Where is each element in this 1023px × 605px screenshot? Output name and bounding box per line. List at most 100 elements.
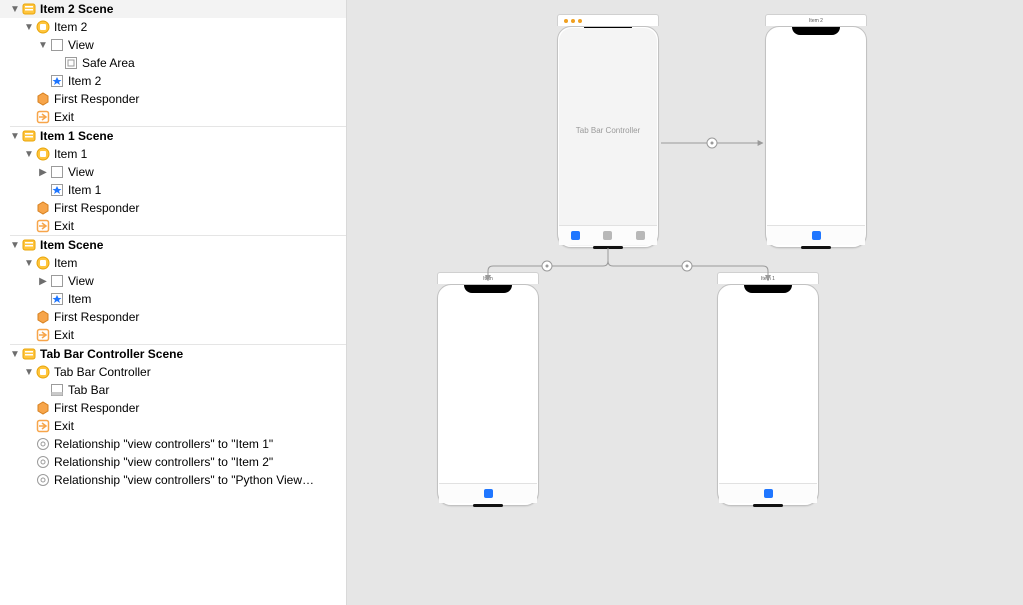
storyboard-canvas[interactable]: Tab Bar Controller Item 2	[347, 0, 1023, 605]
outline-scene-header[interactable]: ▼ Item 2 Scene	[0, 0, 346, 18]
app-root: ▼Item 2 Scene▼Item 2▼ViewSafe AreaItem 2…	[0, 0, 1023, 605]
outline-row[interactable]: Exit	[0, 326, 346, 344]
view-controller-icon	[36, 147, 50, 161]
outline-label: Relationship "view controllers" to "Item…	[54, 455, 273, 469]
chevron-right-icon[interactable]: ▶	[38, 167, 48, 178]
outline-row[interactable]: Relationship "view controllers" to "Pyth…	[0, 471, 346, 489]
chevron-down-icon[interactable]: ▼	[10, 131, 20, 142]
tab-bar	[719, 483, 817, 503]
outline-row[interactable]: First Responder	[0, 399, 346, 417]
outline-label: First Responder	[54, 310, 139, 324]
scene-item-1[interactable]: Item 1	[717, 272, 819, 506]
outline-label: Tab Bar Controller Scene	[40, 347, 183, 361]
outline-label: Tab Bar	[68, 383, 109, 397]
outline-label: First Responder	[54, 92, 139, 106]
chevron-down-icon[interactable]: ▼	[10, 4, 20, 15]
chevron-down-icon[interactable]: ▼	[10, 240, 20, 251]
outline-row[interactable]: First Responder	[0, 199, 346, 217]
scene-item-2[interactable]: Item 2	[765, 14, 867, 248]
outline-row[interactable]: Relationship "view controllers" to "Item…	[0, 453, 346, 471]
outline-label: Exit	[54, 110, 74, 124]
scene-title-bar: Item 2	[765, 14, 867, 26]
outline-row[interactable]: First Responder	[0, 308, 346, 326]
storyboard-scene-icon	[22, 238, 36, 252]
scene-title-bar	[557, 14, 659, 26]
document-outline[interactable]: ▼Item 2 Scene▼Item 2▼ViewSafe AreaItem 2…	[0, 0, 347, 605]
outline-row[interactable]: ▼Item 2	[0, 18, 346, 36]
chevron-down-icon[interactable]: ▼	[24, 367, 34, 378]
tab-bar-item-icon	[50, 74, 64, 88]
outline-label: Relationship "view controllers" to "Pyth…	[54, 473, 314, 487]
outline-row[interactable]: Tab Bar	[0, 381, 346, 399]
tab-item-icon	[571, 231, 580, 240]
home-indicator	[801, 246, 831, 249]
outline-row[interactable]: First Responder	[0, 90, 346, 108]
view-controller-icon	[36, 20, 50, 34]
outline-row[interactable]: Item 1	[0, 181, 346, 199]
scene-tab-bar-controller[interactable]: Tab Bar Controller	[557, 14, 659, 248]
outline-row[interactable]: ▶ View	[0, 163, 346, 181]
storyboard-scene-icon	[22, 2, 36, 16]
storyboard-scene-icon	[22, 347, 36, 361]
first-responder-icon	[36, 310, 50, 324]
chevron-down-icon[interactable]: ▼	[24, 149, 34, 160]
outline-label: Item	[68, 292, 91, 306]
outline-label: Safe Area	[82, 56, 135, 70]
outline-label: View	[68, 274, 94, 288]
phone-notch	[792, 27, 840, 35]
chevron-down-icon[interactable]: ▼	[24, 22, 34, 33]
outline-scene-header[interactable]: ▼ Item Scene	[0, 236, 346, 254]
view-icon	[50, 274, 64, 288]
controller-label: Tab Bar Controller	[558, 126, 658, 135]
outline-row[interactable]: Item	[0, 290, 346, 308]
outline-label: Item	[54, 256, 77, 270]
outline-label: View	[68, 38, 94, 52]
chevron-right-icon[interactable]: ▶	[38, 276, 48, 287]
home-indicator	[473, 504, 503, 507]
outline-row[interactable]: Relationship "view controllers" to "Item…	[0, 435, 346, 453]
outline-label: Item Scene	[40, 238, 103, 252]
tab-bar-item-icon	[50, 292, 64, 306]
outline-row[interactable]: ▼ Tab Bar Controller	[0, 363, 346, 381]
outline-label: View	[68, 165, 94, 179]
tab-item-icon	[764, 489, 773, 498]
outline-label: Exit	[54, 419, 74, 433]
outline-row[interactable]: Safe Area	[0, 54, 346, 72]
relationship-icon	[36, 437, 50, 451]
outline-label: Item 1	[68, 183, 101, 197]
outline-row[interactable]: Item 2	[0, 72, 346, 90]
outline-label: Relationship "view controllers" to "Item…	[54, 437, 273, 451]
chevron-down-icon[interactable]: ▼	[24, 258, 34, 269]
scene-title-bar: Item 1	[717, 272, 819, 284]
outline-row[interactable]: Exit	[0, 108, 346, 126]
outline-label: Item 2	[68, 74, 101, 88]
view-controller-icon	[36, 256, 50, 270]
outline-scene-header[interactable]: ▼ Tab Bar Controller Scene	[0, 345, 346, 363]
chevron-down-icon[interactable]: ▼	[38, 40, 48, 51]
outline-label: Item 2 Scene	[40, 2, 113, 16]
tab-bar	[439, 483, 537, 503]
scene-item[interactable]: Item	[437, 272, 539, 506]
outline-row[interactable]: Exit	[0, 217, 346, 235]
outline-row[interactable]: ▶ View	[0, 272, 346, 290]
outline-row[interactable]: ▼ View	[0, 36, 346, 54]
view-icon	[50, 165, 64, 179]
home-indicator	[753, 504, 783, 507]
outline-label: Item 1	[54, 147, 87, 161]
scene-title-bar: Item	[437, 272, 539, 284]
view-icon	[50, 38, 64, 52]
outline-label: Tab Bar Controller	[54, 365, 151, 379]
chevron-down-icon[interactable]: ▼	[10, 349, 20, 360]
tab-bar-item-icon	[50, 183, 64, 197]
exit-icon	[36, 328, 50, 342]
outline-label: First Responder	[54, 201, 139, 215]
outline-scene-header[interactable]: ▼Item 1 Scene	[0, 127, 346, 145]
storyboard-scene-icon	[22, 129, 36, 143]
safe-area-icon	[64, 56, 78, 70]
tab-item-icon	[636, 231, 645, 240]
phone-notch	[744, 285, 792, 293]
outline-row[interactable]: Exit	[0, 417, 346, 435]
outline-row[interactable]: ▼ Item	[0, 254, 346, 272]
outline-row[interactable]: ▼ Item 1	[0, 145, 346, 163]
relationship-icon	[36, 455, 50, 469]
